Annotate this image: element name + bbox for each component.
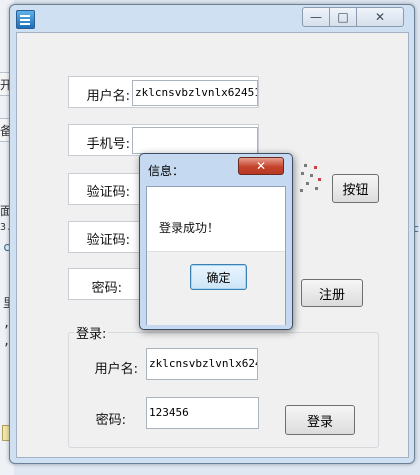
message-dialog: 信息： ✕ 登录成功！ 确定 xyxy=(139,153,293,330)
captcha-noise xyxy=(310,174,313,177)
captcha-noise xyxy=(314,166,317,169)
action-button[interactable]: 按钮 xyxy=(332,174,379,203)
login-username-input[interactable]: zklcnsvbzlvnlx624 xyxy=(146,348,258,380)
window-titlebar: — □ ✕ xyxy=(10,5,414,33)
close-button[interactable]: ✕ xyxy=(356,7,404,27)
close-icon: ✕ xyxy=(374,10,386,24)
login-username-label: 用户名: xyxy=(94,362,138,377)
captcha-label-2: 验证码: xyxy=(86,233,130,248)
captcha-noise xyxy=(306,182,309,185)
maximize-button[interactable]: □ xyxy=(329,7,357,27)
captcha-label-1: 验证码: xyxy=(86,185,130,200)
phone-input[interactable] xyxy=(132,127,258,154)
register-button[interactable]: 注册 xyxy=(301,279,363,307)
minimize-icon: — xyxy=(310,10,322,24)
dialog-footer: 确定 xyxy=(147,251,285,325)
password-label: 密码: xyxy=(91,281,122,296)
phone-label: 手机号: xyxy=(86,137,130,152)
minimize-button[interactable]: — xyxy=(302,7,330,27)
app-icon xyxy=(16,10,35,29)
login-password-label: 密码: xyxy=(95,413,126,428)
username-label: 用户名: xyxy=(86,89,130,104)
captcha-image[interactable] xyxy=(298,162,324,194)
close-icon: ✕ xyxy=(255,159,267,173)
captcha-noise xyxy=(304,164,307,167)
login-button[interactable]: 登录 xyxy=(285,405,355,435)
dialog-body: 登录成功！ 确定 xyxy=(146,186,286,325)
dialog-ok-button[interactable]: 确定 xyxy=(190,264,247,290)
dialog-close-button[interactable]: ✕ xyxy=(238,157,284,175)
username-input[interactable]: zklcnsvbzlvnlx62451 xyxy=(132,80,258,106)
captcha-noise xyxy=(301,172,304,175)
maximize-icon: □ xyxy=(337,10,349,24)
captcha-noise xyxy=(318,178,321,181)
login-password-input[interactable]: 123456 xyxy=(146,397,259,429)
dialog-message: 登录成功！ xyxy=(159,221,220,235)
captcha-noise xyxy=(315,187,318,190)
captcha-noise xyxy=(300,189,303,192)
login-group-title: 登录: xyxy=(74,323,109,342)
dialog-title: 信息： xyxy=(148,164,185,178)
